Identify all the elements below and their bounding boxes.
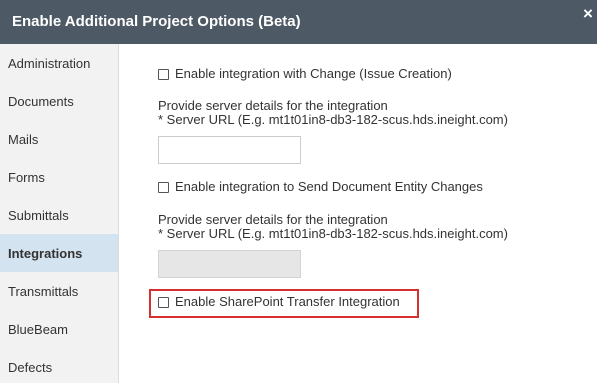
sidebar-item-transmittals[interactable]: Transmittals — [0, 272, 118, 310]
document-entity-server-info: Provide server details for the integrati… — [158, 213, 508, 241]
sidebar-item-label: Defects — [8, 360, 53, 375]
sidebar-item-label: Mails — [8, 132, 39, 147]
document-entity-server-hint: * Server URL (E.g. mt1t01in8-db3-182-scu… — [158, 226, 508, 241]
change-integration-label: Enable integration with Change (Issue Cr… — [175, 66, 452, 81]
change-server-url-input[interactable] — [158, 136, 301, 164]
change-integration-checkbox[interactable] — [158, 69, 169, 80]
sidebar-item-forms[interactable]: Forms — [0, 158, 118, 196]
sidebar-item-label: Submittals — [8, 208, 69, 223]
dialog-titlebar: Enable Additional Project Options (Beta)… — [0, 0, 597, 44]
document-entity-server-intro: Provide server details for the integrati… — [158, 212, 388, 227]
sidebar-item-documents[interactable]: Documents — [0, 82, 118, 120]
sidebar-item-label: Forms — [8, 170, 45, 185]
sidebar-item-defects[interactable]: Defects — [0, 348, 118, 383]
sidebar-item-label: Integrations — [8, 246, 83, 261]
sidebar: Administration Documents Mails Forms Sub… — [0, 44, 119, 383]
change-server-intro: Provide server details for the integrati… — [158, 98, 388, 113]
sidebar-item-label: Transmittals — [8, 284, 79, 299]
sharepoint-label: Enable SharePoint Transfer Integration — [175, 294, 400, 309]
integrations-panel: Enable integration with Change (Issue Cr… — [119, 44, 597, 383]
change-server-hint: * Server URL (E.g. mt1t01in8-db3-182-scu… — [158, 112, 508, 127]
sidebar-item-label: Documents — [8, 94, 74, 109]
dialog-title: Enable Additional Project Options (Beta) — [12, 13, 301, 30]
sharepoint-checkbox[interactable] — [158, 297, 169, 308]
sidebar-item-label: BlueBeam — [8, 322, 68, 337]
sidebar-item-integrations[interactable]: Integrations — [0, 234, 118, 272]
document-entity-checkbox[interactable] — [158, 182, 169, 193]
sidebar-item-mails[interactable]: Mails — [0, 120, 118, 158]
sidebar-item-bluebeam[interactable]: BlueBeam — [0, 310, 118, 348]
change-server-info: Provide server details for the integrati… — [158, 99, 508, 127]
sidebar-item-label: Administration — [8, 56, 91, 71]
document-entity-label: Enable integration to Send Document Enti… — [175, 179, 483, 194]
document-entity-server-url-input[interactable] — [158, 250, 301, 278]
sidebar-item-administration[interactable]: Administration — [0, 44, 118, 82]
sidebar-item-submittals[interactable]: Submittals — [0, 196, 118, 234]
close-icon[interactable]: × — [583, 5, 593, 22]
